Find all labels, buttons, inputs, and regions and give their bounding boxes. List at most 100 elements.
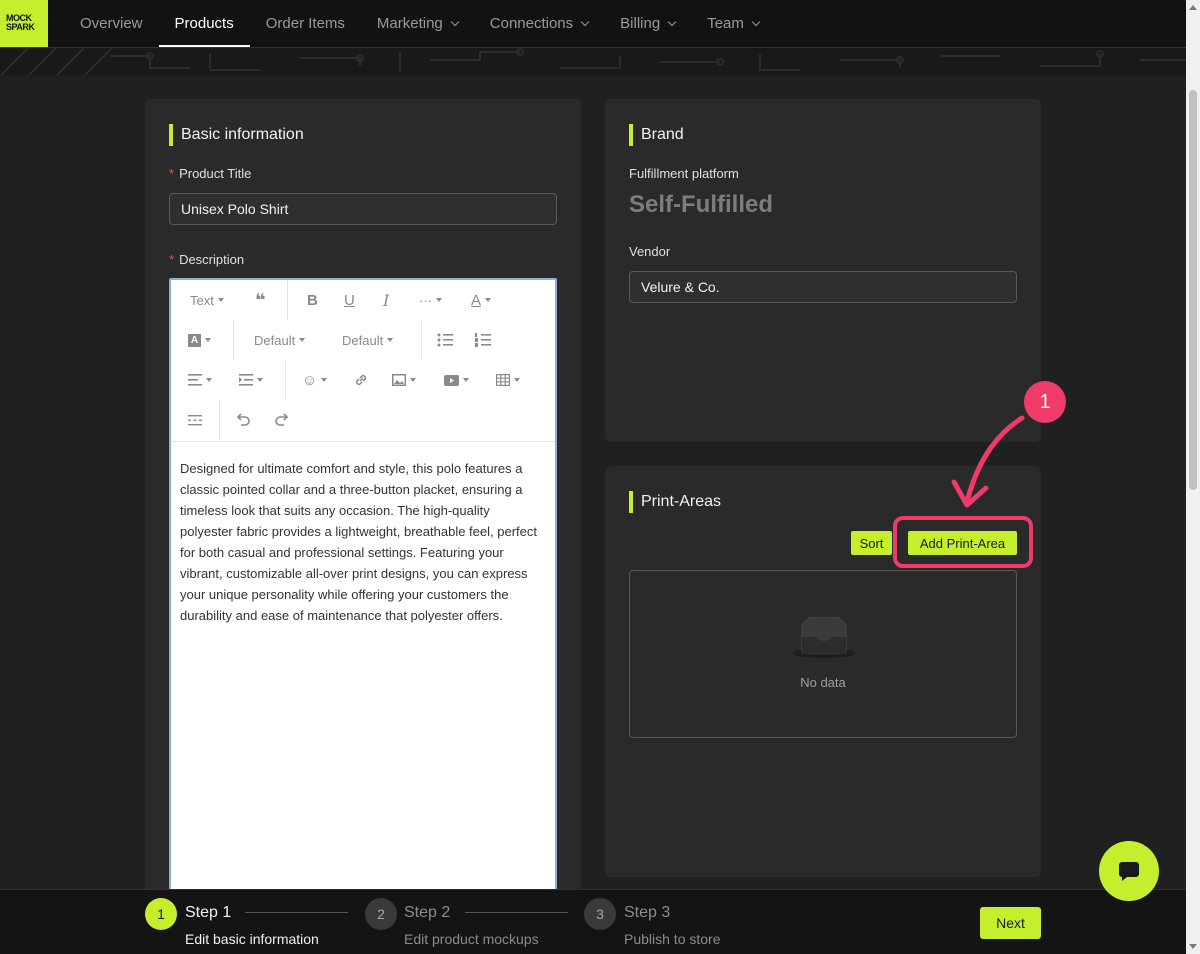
nav-overview[interactable]: Overview	[64, 0, 159, 47]
next-button[interactable]: Next	[980, 907, 1041, 939]
step-2-indicator[interactable]: 2	[365, 898, 397, 930]
step-1-indicator[interactable]: 1	[145, 898, 177, 930]
toolbar-divider	[219, 400, 220, 440]
fulfillment-platform-value: Self-Fulfilled	[629, 191, 773, 218]
video-icon[interactable]	[444, 370, 469, 390]
video-svg	[444, 374, 459, 386]
nav-team[interactable]: Team	[691, 0, 775, 47]
toolbar-divider	[421, 320, 422, 360]
font-family-label: Default	[342, 332, 384, 348]
print-areas-empty-state: No data	[629, 570, 1017, 738]
text-style-dropdown[interactable]: Text	[190, 290, 224, 310]
emoji-icon[interactable]: ☺	[302, 370, 328, 390]
caret-down-icon	[463, 378, 469, 382]
circuit-pattern-banner	[0, 47, 1186, 75]
font-family-dropdown[interactable]: Default	[342, 330, 394, 350]
scroll-thumb[interactable]	[1189, 90, 1197, 490]
step-2-title[interactable]: Step 2	[404, 904, 450, 922]
chat-bubble-icon	[1119, 862, 1139, 881]
align-icon[interactable]	[188, 370, 212, 390]
step-1-description: Edit basic information	[185, 931, 319, 947]
indent-icon[interactable]	[239, 370, 263, 390]
nav-connections[interactable]: Connections	[474, 0, 604, 47]
nav-billing[interactable]: Billing	[604, 0, 691, 47]
image-icon[interactable]	[392, 370, 416, 390]
print-areas-title: Print-Areas	[629, 491, 721, 513]
step-2-description: Edit product mockups	[404, 931, 539, 947]
brand-card: Brand Fulfillment platform Self-Fulfille…	[605, 99, 1041, 442]
nav-label: Overview	[80, 15, 143, 32]
main-nav: Overview Products Order Items Marketing …	[64, 0, 775, 47]
divider-line-svg	[188, 415, 202, 426]
chevron-down-icon	[751, 17, 761, 26]
editor-toolbar: Text ❝ B U I ··· A A Default Default ☺	[171, 280, 555, 442]
font-size-dropdown[interactable]: Default	[254, 330, 306, 350]
circuit-pattern-graphic	[0, 48, 1186, 75]
quote-icon[interactable]: ❝	[255, 290, 266, 310]
description-content[interactable]: Designed for ultimate comfort and style,…	[180, 458, 546, 626]
table-icon[interactable]	[496, 370, 520, 390]
step-3-title[interactable]: Step 3	[624, 904, 670, 922]
nav-label: Products	[174, 15, 234, 32]
nav-label: Team	[707, 15, 744, 32]
divider-line-icon[interactable]	[188, 410, 202, 430]
no-data-text: No data	[800, 675, 846, 690]
toolbar-divider	[287, 280, 288, 320]
top-navigation: MOCK SPARK Overview Products Order Items…	[0, 0, 1186, 47]
image-svg	[392, 374, 406, 386]
caret-down-icon	[206, 378, 212, 382]
numbered-list-svg	[475, 333, 491, 347]
toolbar-divider	[233, 320, 234, 360]
bullet-list-icon[interactable]	[437, 330, 453, 350]
chevron-down-icon	[667, 17, 677, 26]
product-title-label: * Product Title	[169, 166, 251, 181]
link-svg	[355, 374, 367, 386]
description-label: * Description	[169, 252, 244, 267]
step-3-indicator[interactable]: 3	[584, 898, 616, 930]
background-color-icon[interactable]: A	[188, 330, 211, 350]
nav-label: Billing	[620, 15, 661, 32]
text-style-label: Text	[190, 292, 214, 308]
nav-marketing[interactable]: Marketing	[361, 0, 474, 47]
chat-support-button[interactable]	[1099, 841, 1159, 901]
undo-icon[interactable]	[235, 410, 251, 430]
nav-label: Order Items	[265, 15, 345, 32]
align-svg	[188, 374, 202, 386]
required-mark: *	[169, 166, 175, 181]
toolbar-divider	[285, 360, 286, 400]
link-icon[interactable]	[354, 370, 368, 390]
description-label-text: Description	[179, 252, 245, 267]
numbered-list-icon[interactable]	[475, 330, 491, 350]
more-icon[interactable]: ···	[419, 290, 442, 310]
step-1-title[interactable]: Step 1	[185, 904, 231, 922]
chevron-down-icon	[450, 17, 460, 26]
scroll-down-arrow[interactable]	[1189, 944, 1197, 949]
sort-button[interactable]: Sort	[851, 531, 892, 555]
vendor-input[interactable]: Velure & Co.	[629, 271, 1017, 303]
table-svg	[496, 374, 510, 386]
chevron-down-icon	[580, 17, 590, 26]
caret-down-icon	[321, 378, 328, 382]
font-color-icon[interactable]: A	[471, 290, 492, 310]
nav-products[interactable]: Products	[158, 0, 250, 47]
caret-down-icon	[299, 338, 306, 342]
nav-order-items[interactable]: Order Items	[250, 0, 361, 47]
caret-down-icon	[410, 378, 416, 382]
product-title-label-text: Product Title	[179, 166, 252, 181]
caret-down-icon	[387, 338, 394, 342]
rich-text-editor[interactable]: Text ❝ B U I ··· A A Default Default ☺ D…	[169, 278, 557, 898]
italic-icon[interactable]: I	[383, 290, 389, 310]
highlight-box: A	[188, 333, 201, 347]
bold-icon[interactable]: B	[307, 290, 318, 310]
product-title-input[interactable]: Unisex Polo Shirt	[169, 193, 557, 225]
bullet-list-svg	[437, 333, 453, 347]
logo-text-line2: SPARK	[6, 22, 35, 32]
scroll-up-arrow[interactable]	[1189, 5, 1197, 10]
redo-svg	[275, 413, 289, 426]
add-print-area-highlight	[893, 516, 1033, 568]
underline-icon[interactable]: U	[344, 290, 355, 310]
nav-label: Connections	[489, 15, 574, 32]
redo-icon[interactable]	[274, 410, 290, 430]
page-scrollbar[interactable]	[1186, 0, 1200, 954]
mockspark-logo[interactable]: MOCK SPARK	[0, 0, 48, 47]
